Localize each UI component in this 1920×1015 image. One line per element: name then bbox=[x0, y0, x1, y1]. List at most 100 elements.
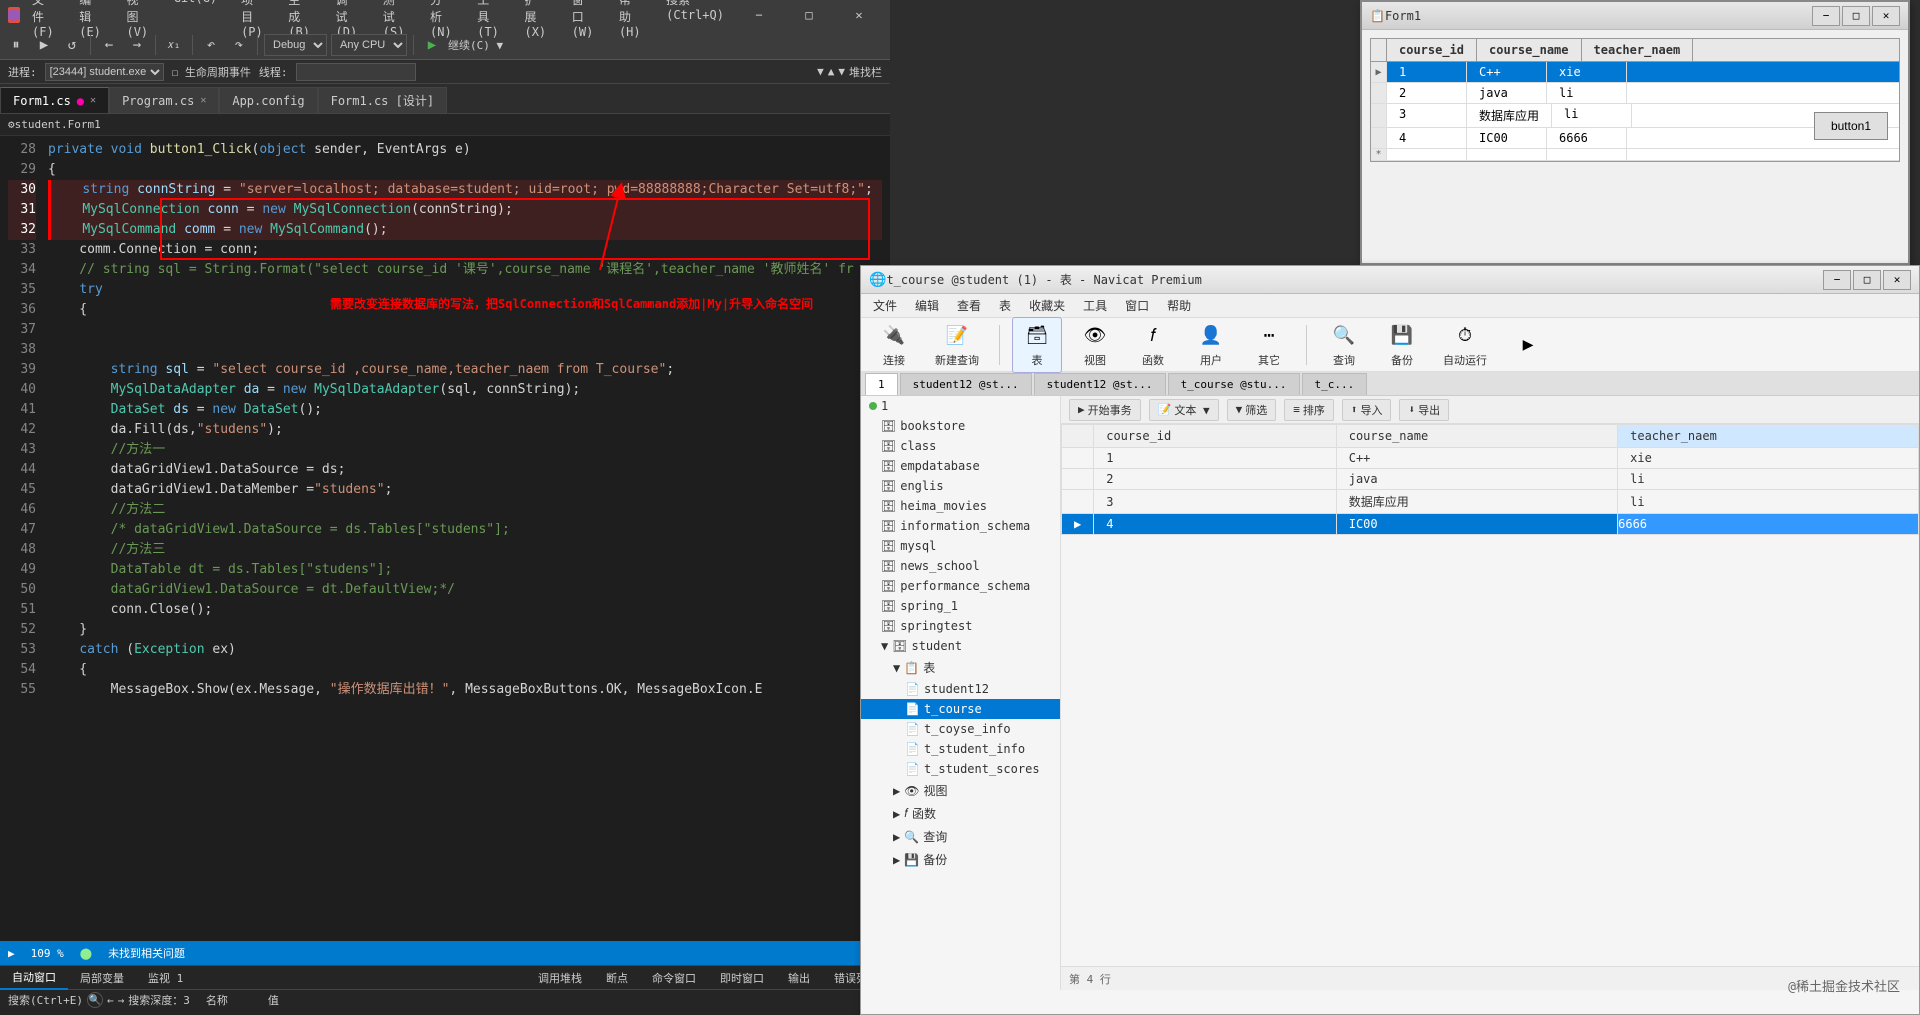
datagrid-cell-2-0[interactable]: 2 bbox=[1387, 83, 1467, 103]
nav-tool-user[interactable]: 👤 用户 bbox=[1186, 318, 1236, 372]
row-1-col-2[interactable]: xie bbox=[1618, 448, 1919, 469]
nav-tool-query[interactable]: 🔍 查询 bbox=[1319, 318, 1369, 372]
start-debug-btn[interactable]: ▶ bbox=[420, 33, 444, 57]
obj-btn-filter[interactable]: ▼ 筛选 bbox=[1227, 399, 1277, 421]
navicat-close[interactable]: ✕ bbox=[1883, 270, 1911, 290]
datagrid-cell-4-1[interactable]: IC00 bbox=[1467, 128, 1547, 148]
datagrid-cell-2-1[interactable]: java bbox=[1467, 83, 1547, 103]
data-row-1[interactable]: 1 C++ xie bbox=[1062, 448, 1919, 469]
tree-db-empdatabase[interactable]: 🗄 empdatabase bbox=[861, 456, 1060, 476]
nav-tool-table[interactable]: 🗃 表 bbox=[1012, 317, 1062, 373]
tree-table-tcoyse[interactable]: 📄 t_coyse_info bbox=[861, 719, 1060, 739]
data-col-course-name[interactable]: course_name bbox=[1336, 425, 1617, 448]
tree-db-bookstore[interactable]: 🗄 bookstore bbox=[861, 416, 1060, 436]
form1-button1[interactable]: button1 bbox=[1814, 112, 1888, 140]
tree-db-mysql[interactable]: 🗄 mysql bbox=[861, 536, 1060, 556]
bottom-tab-auto[interactable]: 自动窗口 bbox=[0, 966, 68, 990]
obj-btn-sort[interactable]: ≡ 排序 bbox=[1284, 399, 1334, 421]
tree-table-tstudent[interactable]: 📄 t_student_info bbox=[861, 739, 1060, 759]
tree-db-class[interactable]: 🗄 class bbox=[861, 436, 1060, 456]
tree-db-information[interactable]: 🗄 information_schema bbox=[861, 516, 1060, 536]
navicat-restore[interactable]: □ bbox=[1853, 270, 1881, 290]
data-col-course-id[interactable]: course_id bbox=[1094, 425, 1336, 448]
pause-btn[interactable]: ⏸ bbox=[4, 33, 28, 57]
tab-appconfig[interactable]: App.config bbox=[219, 87, 317, 113]
obj-btn-import[interactable]: ⬆ 导入 bbox=[1342, 399, 1392, 421]
datagrid-cell-1-0[interactable]: 1 bbox=[1387, 62, 1467, 82]
tree-table-tcourse[interactable]: 📄 t_course bbox=[861, 699, 1060, 719]
navicat-tab-student12b[interactable]: student12 @st... bbox=[1034, 373, 1166, 395]
tree-backups-group[interactable]: ▶ 💾 备份 bbox=[861, 848, 1060, 871]
navicat-tab-tc[interactable]: t_c... bbox=[1302, 373, 1368, 395]
code-btn[interactable]: 𝑥₁ bbox=[162, 33, 186, 57]
nav-menu-help[interactable]: 帮助 bbox=[1159, 295, 1199, 316]
datagrid-row-1[interactable]: ▶ 1 C++ xie bbox=[1371, 62, 1899, 83]
play-btn[interactable]: ▶ bbox=[32, 33, 56, 57]
tab-close-form1cs[interactable]: ✕ bbox=[90, 95, 96, 106]
data-row-2[interactable]: 2 java li bbox=[1062, 469, 1919, 490]
navicat-tab-student12a[interactable]: student12 @st... bbox=[900, 373, 1032, 395]
obj-btn-export[interactable]: ⬇ 导出 bbox=[1399, 399, 1449, 421]
forward-btn[interactable]: → bbox=[125, 33, 149, 57]
form1-restore[interactable]: □ bbox=[1842, 6, 1870, 26]
tree-table-tstudentscores[interactable]: 📄 t_student_scores bbox=[861, 759, 1060, 779]
bottom-tab-breakpoints[interactable]: 断点 bbox=[594, 966, 640, 990]
navicat-minimize[interactable]: − bbox=[1823, 270, 1851, 290]
data-row-3[interactable]: 3 数据库应用 li bbox=[1062, 490, 1919, 514]
menu-help[interactable]: 帮助(H) bbox=[615, 0, 646, 41]
row-4-col-1[interactable]: IC00 bbox=[1336, 514, 1617, 535]
bottom-tab-output[interactable]: 输出 bbox=[776, 966, 822, 990]
nav-menu-window[interactable]: 窗口 bbox=[1117, 295, 1157, 316]
form1-close[interactable]: ✕ bbox=[1872, 6, 1900, 26]
datagrid-cell-1-2[interactable]: xie bbox=[1547, 62, 1627, 82]
row-1-col-1[interactable]: C++ bbox=[1336, 448, 1617, 469]
tree-table-student12[interactable]: 📄 student12 bbox=[861, 679, 1060, 699]
tree-queries-group[interactable]: ▶ 🔍 查询 bbox=[861, 825, 1060, 848]
datagrid-cell-3-2[interactable]: li bbox=[1552, 104, 1632, 127]
datagrid-cell-new-0[interactable] bbox=[1387, 149, 1467, 160]
row-2-col-0[interactable]: 2 bbox=[1094, 469, 1336, 490]
menu-tools[interactable]: 工具(T) bbox=[473, 0, 504, 41]
code-text[interactable]: private void button1_Click(object sender… bbox=[40, 136, 890, 861]
nav-back-btn[interactable]: ← bbox=[107, 994, 114, 1007]
datagrid-row-new[interactable]: * bbox=[1371, 149, 1899, 161]
datagrid-cell-new-2[interactable] bbox=[1547, 149, 1627, 160]
datagrid-cell-3-0[interactable]: 3 bbox=[1387, 104, 1467, 127]
data-col-teacher[interactable]: teacher_naem bbox=[1618, 425, 1919, 448]
form1-minimize[interactable]: − bbox=[1812, 6, 1840, 26]
navicat-tab-tcourse[interactable]: t_course @stu... bbox=[1168, 373, 1300, 395]
nav-fwd-btn[interactable]: → bbox=[118, 994, 125, 1007]
nav-menu-view[interactable]: 查看 bbox=[949, 295, 989, 316]
restore-button[interactable]: □ bbox=[786, 0, 832, 30]
tree-db-heima[interactable]: 🗄 heima_movies bbox=[861, 496, 1060, 516]
nav-menu-table[interactable]: 表 bbox=[991, 295, 1019, 316]
row-1-col-0[interactable]: 1 bbox=[1094, 448, 1336, 469]
tree-tables-group[interactable]: ▼ 📋 表 bbox=[861, 656, 1060, 679]
tab-form1cs[interactable]: Form1.cs ● ✕ bbox=[0, 87, 109, 113]
undo-btn[interactable]: ↶ bbox=[199, 33, 223, 57]
datagrid-cell-3-1[interactable]: 数据库应用 bbox=[1467, 104, 1552, 127]
tree-db-springtest[interactable]: 🗄 springtest bbox=[861, 616, 1060, 636]
tree-connection[interactable]: 1 bbox=[861, 396, 1060, 416]
debug-config-dropdown[interactable]: Debug bbox=[264, 34, 327, 56]
bottom-tab-immediate[interactable]: 即时窗口 bbox=[708, 966, 776, 990]
tree-db-newsschool[interactable]: 🗄 news_school bbox=[861, 556, 1060, 576]
up-arrow-btn[interactable]: ▲ bbox=[828, 65, 835, 78]
datagrid-cell-2-2[interactable]: li bbox=[1547, 83, 1627, 103]
menu-extensions[interactable]: 扩展(X) bbox=[520, 0, 551, 41]
bottom-tab-command[interactable]: 命令窗口 bbox=[640, 966, 708, 990]
row-2-col-2[interactable]: li bbox=[1618, 469, 1919, 490]
datagrid-row-2[interactable]: 2 java li bbox=[1371, 83, 1899, 104]
nav-menu-tools[interactable]: 工具 bbox=[1075, 295, 1115, 316]
nav-menu-edit[interactable]: 编辑 bbox=[907, 295, 947, 316]
row-4-col-2[interactable]: 6666 bbox=[1618, 514, 1919, 535]
menu-window[interactable]: 窗口(W) bbox=[568, 0, 599, 41]
nav-tool-view[interactable]: 👁 视图 bbox=[1070, 318, 1120, 372]
tree-functions-group[interactable]: ▶ 𝑓 函数 bbox=[861, 802, 1060, 825]
nav-tool-backup[interactable]: 💾 备份 bbox=[1377, 318, 1427, 372]
bottom-tab-locals[interactable]: 局部变量 bbox=[68, 966, 136, 990]
nav-tool-autorun[interactable]: ⏱ 自动运行 bbox=[1435, 318, 1495, 372]
datagrid-cell-4-0[interactable]: 4 bbox=[1387, 128, 1467, 148]
datagrid-cell-new-1[interactable] bbox=[1467, 149, 1547, 160]
tree-db-spring1[interactable]: 🗄 spring_1 bbox=[861, 596, 1060, 616]
